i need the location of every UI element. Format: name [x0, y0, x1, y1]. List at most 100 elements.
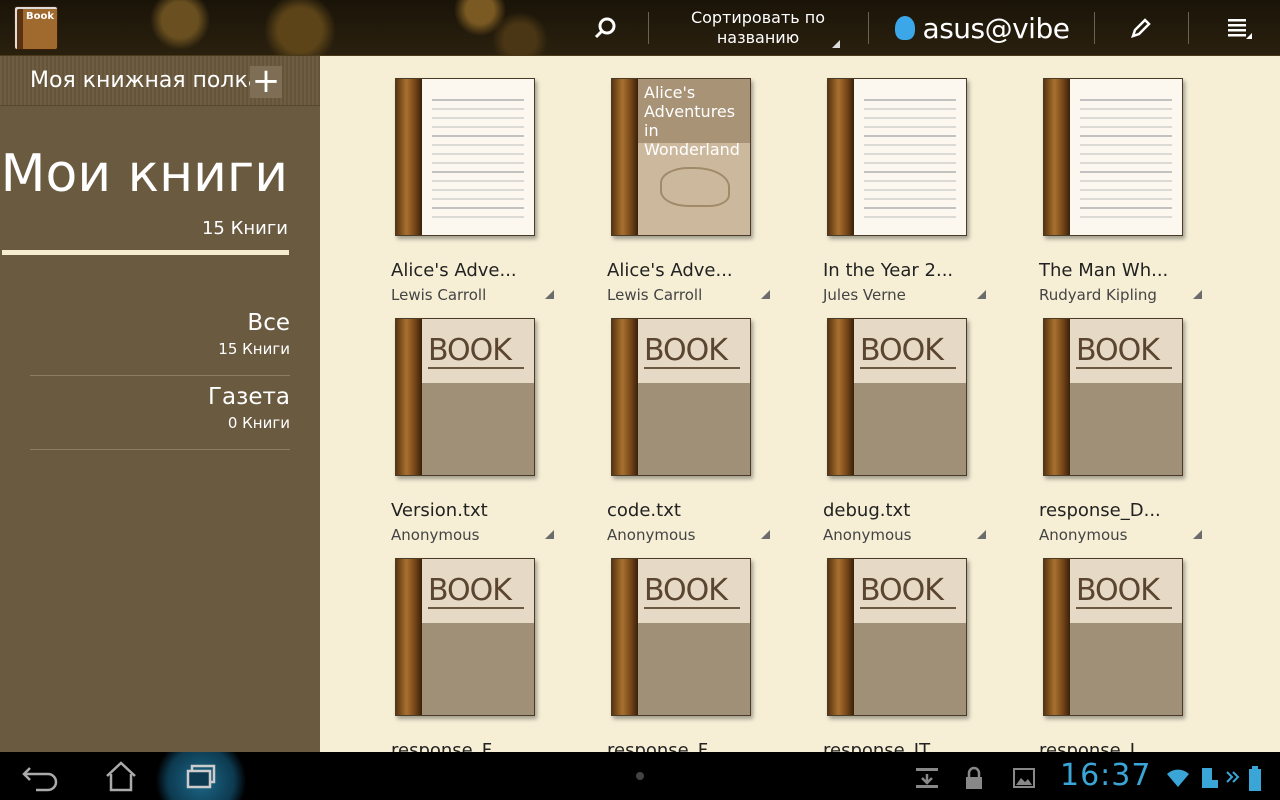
category-name: Все — [247, 310, 290, 336]
dropdown-indicator-icon — [832, 40, 840, 48]
book-item[interactable]: The Man Wh... Rudyard Kipling — [1039, 56, 1239, 304]
overflow-menu-button[interactable] — [1216, 0, 1262, 56]
category-all[interactable]: Все 15 Книги — [30, 302, 290, 376]
title-underline — [2, 250, 289, 255]
book-title: response_I... — [1039, 740, 1153, 752]
sort-label-line1: Сортировать по — [690, 8, 826, 27]
book-spine — [828, 559, 854, 715]
book-cover[interactable]: BOOK — [1043, 318, 1183, 476]
back-icon — [22, 767, 58, 792]
book-cover[interactable]: BOOK — [611, 558, 751, 716]
shelf-header[interactable]: Моя книжная полка + — [0, 56, 320, 106]
asus-vibe-button[interactable]: asus@vibe — [892, 0, 1072, 56]
book-cover[interactable] — [827, 78, 967, 236]
book-count: 15 Книги — [201, 218, 288, 239]
book-cover[interactable]: BOOK — [395, 318, 535, 476]
back-button[interactable] — [16, 758, 66, 794]
book-item[interactable]: BOOK code.txt Anonymous — [607, 296, 807, 544]
book-stamp-text: BOOK — [428, 573, 512, 608]
book-grid: Alice's Adve... Lewis Carroll Alice's Adve… — [320, 56, 1280, 752]
clock[interactable]: 16:37 — [1060, 758, 1151, 793]
book-item[interactable]: BOOK response_F... — [391, 536, 591, 752]
menu-icon — [1228, 19, 1252, 39]
add-shelf-button[interactable]: + — [250, 64, 282, 98]
home-icon — [106, 761, 136, 792]
book-cover[interactable]: Alice's Adventures in Wonderland — [611, 78, 751, 236]
book-stamp-text: BOOK — [860, 333, 944, 368]
recent-apps-button[interactable] — [176, 758, 226, 794]
book-spine — [396, 559, 422, 715]
book-cover[interactable] — [395, 78, 535, 236]
app-icon-label: Book — [26, 11, 55, 22]
book-item[interactable]: BOOK debug.txt Anonymous — [823, 296, 1023, 544]
cover-title: Alice's Adventures in Wonderland — [644, 83, 740, 159]
lock-notification-icon[interactable] — [962, 766, 984, 789]
divider — [648, 12, 649, 44]
search-button[interactable] — [582, 0, 628, 56]
book-spine — [1044, 559, 1070, 715]
divider — [1188, 12, 1189, 44]
book-spine — [1044, 79, 1070, 235]
action-bar: Book Сортировать по названию asus@vibe — [0, 0, 1280, 56]
book-stamp-text: BOOK — [644, 573, 728, 608]
book-title: Alice's Adve... — [391, 260, 517, 281]
book-spine — [396, 79, 422, 235]
book-title: Version.txt — [391, 500, 488, 521]
category-name: Газета — [208, 384, 290, 410]
book-cover[interactable] — [1043, 78, 1183, 236]
book-spine — [396, 319, 422, 475]
book-spine — [828, 79, 854, 235]
shelf-title: Моя книжная полка — [30, 68, 262, 93]
wifi-icon[interactable] — [1166, 766, 1189, 788]
cat-illustration — [660, 167, 730, 207]
book-item[interactable]: BOOK response_F... — [607, 536, 807, 752]
book-title: code.txt — [607, 500, 681, 521]
book-spine — [612, 79, 638, 235]
battery-icon — [1248, 766, 1270, 791]
book-item[interactable]: BOOK Version.txt Anonymous — [391, 296, 591, 544]
book-stamp-text: BOOK — [644, 333, 728, 368]
search-icon — [594, 17, 616, 39]
book-cover[interactable]: BOOK — [611, 318, 751, 476]
edit-button[interactable] — [1118, 0, 1164, 56]
book-title: response_F... — [391, 740, 507, 752]
book-title: The Man Wh... — [1039, 260, 1169, 281]
book-spine — [828, 319, 854, 475]
sort-label-line2: названию — [716, 28, 800, 47]
page-indicator — [636, 772, 644, 780]
book-item[interactable]: BOOK response_D... Anonymous — [1039, 296, 1239, 544]
book-spine — [612, 319, 638, 475]
book-cover[interactable]: BOOK — [827, 558, 967, 716]
book-spine — [1044, 319, 1070, 475]
system-bar: 16:37 — [0, 752, 1280, 800]
book-title: Alice's Adve... — [607, 260, 733, 281]
book-stamp-text: BOOK — [428, 333, 512, 368]
sort-dropdown[interactable]: Сортировать по названию — [650, 0, 866, 56]
book-title: response_F... — [607, 740, 723, 752]
book-item[interactable]: In the Year 2... Jules Verne — [823, 56, 1023, 304]
book-title: response_D... — [1039, 500, 1161, 521]
book-title: response_IT... — [823, 740, 946, 752]
divider — [1094, 12, 1095, 44]
app-icon[interactable]: Book — [14, 6, 58, 50]
more-icons-icon[interactable] — [1226, 766, 1248, 788]
book-cover[interactable]: BOOK — [395, 558, 535, 716]
book-cover[interactable]: BOOK — [827, 318, 967, 476]
book-title: debug.txt — [823, 500, 911, 521]
page-title: Мои книги — [0, 144, 288, 204]
book-title: In the Year 2... — [823, 260, 954, 281]
book-cover[interactable]: BOOK — [1043, 558, 1183, 716]
book-stamp-text: BOOK — [1076, 333, 1160, 368]
screenshot-notification-icon[interactable] — [1012, 766, 1035, 788]
book-spine — [612, 559, 638, 715]
category-newspaper[interactable]: Газета 0 Книги — [30, 376, 290, 450]
category-count: 15 Книги — [218, 340, 290, 358]
download-notification-icon[interactable] — [914, 766, 938, 788]
vibe-logo-icon — [894, 16, 915, 40]
book-item[interactable]: Alice's Adventures in Wonderland Alice's … — [607, 56, 807, 304]
book-item[interactable]: Alice's Adve... Lewis Carroll — [391, 56, 591, 304]
book-item[interactable]: BOOK response_I... — [1039, 536, 1239, 752]
book-item[interactable]: BOOK response_IT... — [823, 536, 1023, 752]
home-button[interactable] — [96, 758, 146, 794]
recent-apps-icon — [186, 764, 216, 789]
